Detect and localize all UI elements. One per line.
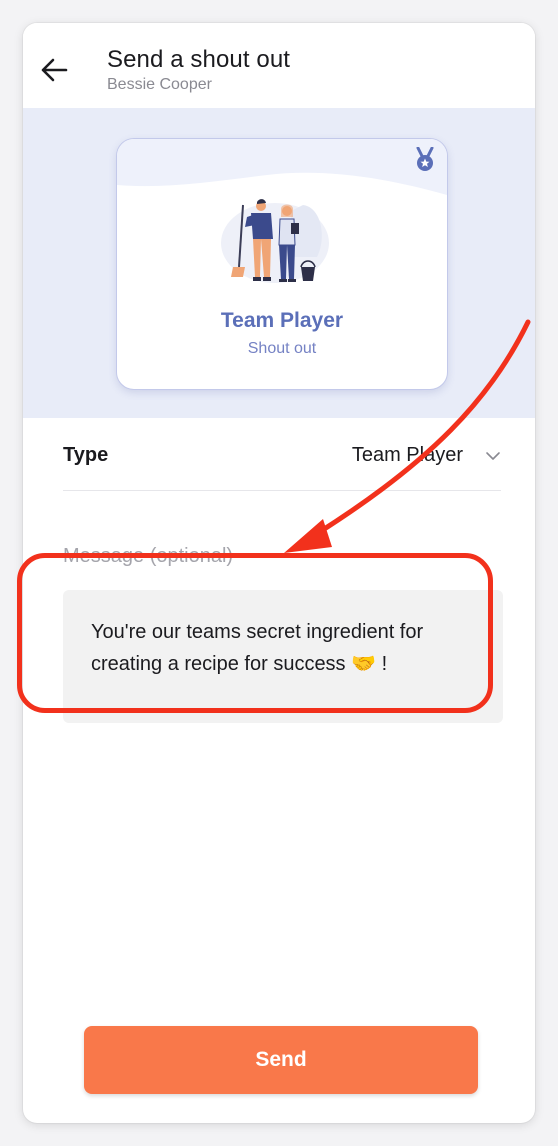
- chevron-down-icon: [486, 452, 500, 460]
- type-selector[interactable]: Type Team Player: [63, 436, 501, 491]
- shoutout-card[interactable]: Team Player Shout out: [116, 138, 448, 390]
- type-label: Type: [63, 444, 109, 466]
- app-screen: Send a shout out Bessie Cooper Team Play…: [23, 23, 535, 1123]
- team-illustration: [221, 199, 329, 283]
- card-wave-decoration: [117, 139, 447, 195]
- type-value: Team Player: [351, 444, 463, 466]
- medal-icon: [416, 147, 434, 171]
- hero-banner: Team Player Shout out: [23, 108, 535, 418]
- back-button[interactable]: [35, 51, 73, 89]
- message-input[interactable]: You're our teams secret ingredient for c…: [63, 590, 503, 723]
- message-label: Message (optional): [63, 545, 234, 567]
- send-button[interactable]: Send: [84, 1026, 478, 1094]
- recipient-name: Bessie Cooper: [107, 76, 212, 93]
- card-subtitle: Shout out: [247, 340, 317, 357]
- page-title: Send a shout out: [107, 46, 291, 73]
- arrow-left-icon: [41, 58, 68, 82]
- card-title: Team Player: [220, 309, 344, 332]
- header: Send a shout out Bessie Cooper: [23, 23, 535, 108]
